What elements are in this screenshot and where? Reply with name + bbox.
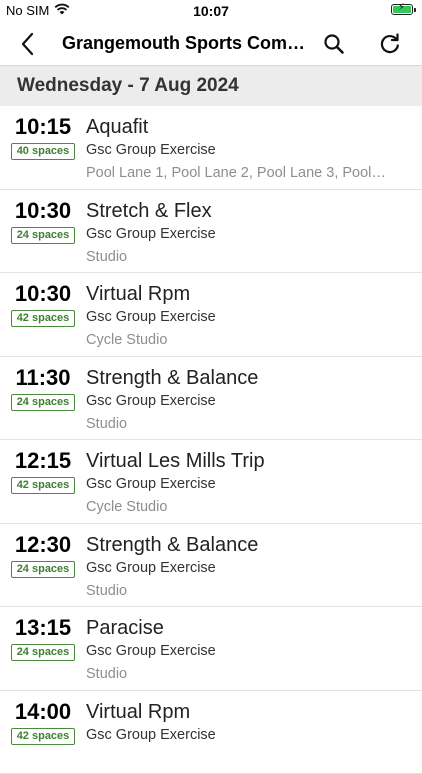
navigation-bar: Grangemouth Sports Complex <box>0 22 422 66</box>
session-row[interactable]: 14:00 42 spaces Virtual Rpm Gsc Group Ex… <box>0 691 422 774</box>
battery-charging-icon: ⚡ <box>391 4 413 15</box>
spaces-badge: 42 spaces <box>11 310 75 327</box>
spaces-badge: 24 spaces <box>11 227 75 244</box>
class-location: Pool Lane 1, Pool Lane 2, Pool Lane 3, P… <box>86 165 386 181</box>
class-provider: Gsc Group Exercise <box>86 226 216 242</box>
session-row[interactable]: 12:15 42 spaces Virtual Les Mills Trip G… <box>0 440 422 524</box>
session-time: 12:30 <box>0 532 86 558</box>
session-time: 10:15 <box>0 114 86 140</box>
class-name: Paracise <box>86 617 164 640</box>
spaces-badge: 24 spaces <box>11 561 75 578</box>
search-icon[interactable] <box>320 30 348 58</box>
status-time: 10:07 <box>0 3 422 19</box>
class-provider: Gsc Group Exercise <box>86 560 216 576</box>
class-location: Studio <box>86 249 386 265</box>
class-provider: Gsc Group Exercise <box>86 393 216 409</box>
class-provider: Gsc Group Exercise <box>86 142 216 158</box>
class-name: Virtual Rpm <box>86 283 190 306</box>
session-time: 11:30 <box>0 365 86 391</box>
spaces-badge: 24 spaces <box>11 644 75 661</box>
class-location: Studio <box>86 666 386 682</box>
session-row[interactable]: 10:15 40 spaces Aquafit Gsc Group Exerci… <box>0 106 422 190</box>
session-row[interactable]: 13:15 24 spaces Paracise Gsc Group Exerc… <box>0 607 422 691</box>
class-location: Studio <box>86 583 386 599</box>
class-provider: Gsc Group Exercise <box>86 643 216 659</box>
session-time: 12:15 <box>0 448 86 474</box>
status-bar: No SIM 10:07 ⚡ <box>0 0 422 22</box>
class-location: Cycle Studio <box>86 499 386 515</box>
class-provider: Gsc Group Exercise <box>86 727 216 743</box>
refresh-icon[interactable] <box>376 30 404 58</box>
date-section-header: Wednesday - 7 Aug 2024 <box>0 66 422 106</box>
class-location: Studio <box>86 416 386 432</box>
class-name: Strength & Balance <box>86 534 258 557</box>
class-name: Stretch & Flex <box>86 200 212 223</box>
page-title: Grangemouth Sports Complex <box>62 33 307 54</box>
spaces-badge: 42 spaces <box>11 728 75 745</box>
session-row[interactable]: 10:30 42 spaces Virtual Rpm Gsc Group Ex… <box>0 273 422 357</box>
class-name: Aquafit <box>86 116 148 139</box>
spaces-badge: 42 spaces <box>11 477 75 494</box>
session-row[interactable]: 10:30 24 spaces Stretch & Flex Gsc Group… <box>0 190 422 274</box>
session-row[interactable]: 11:30 24 spaces Strength & Balance Gsc G… <box>0 357 422 441</box>
session-list: 10:15 40 spaces Aquafit Gsc Group Exerci… <box>0 106 422 774</box>
class-location: Cycle Studio <box>86 332 386 348</box>
spaces-badge: 40 spaces <box>11 143 75 160</box>
class-provider: Gsc Group Exercise <box>86 309 216 325</box>
class-provider: Gsc Group Exercise <box>86 476 216 492</box>
session-time: 14:00 <box>0 699 86 725</box>
spaces-badge: 24 spaces <box>11 394 75 411</box>
class-name: Virtual Rpm <box>86 701 190 724</box>
session-time: 10:30 <box>0 281 86 307</box>
class-name: Strength & Balance <box>86 367 258 390</box>
class-name: Virtual Les Mills Trip <box>86 450 265 473</box>
session-row[interactable]: 12:30 24 spaces Strength & Balance Gsc G… <box>0 524 422 608</box>
session-time: 10:30 <box>0 198 86 224</box>
session-time: 13:15 <box>0 615 86 641</box>
chevron-left-icon[interactable] <box>14 30 44 58</box>
